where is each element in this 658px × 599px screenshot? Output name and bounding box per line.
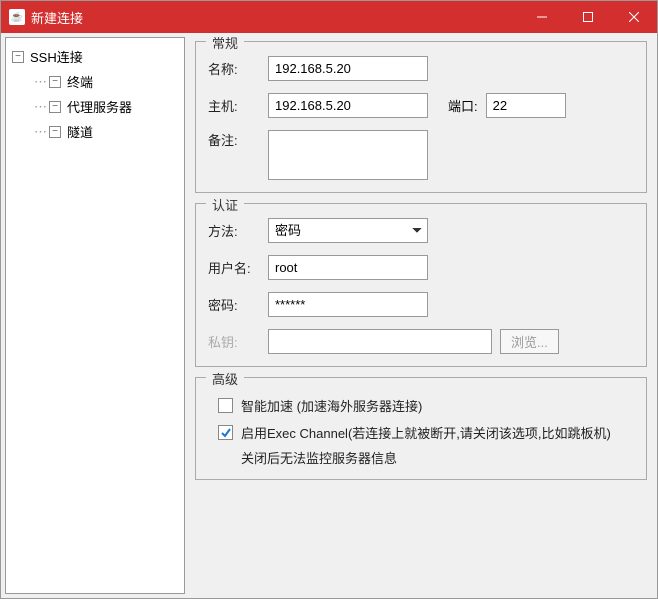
check-icon [220,427,232,439]
exec-channel-row[interactable]: 启用Exec Channel(若连接上就被断开,请关闭该选项,比如跳板机) [208,419,634,446]
collapse-icon[interactable]: − [12,51,24,63]
port-label: 端口: [448,96,478,115]
tree-item-proxy[interactable]: ⋯ − 代理服务器 [12,94,178,119]
tree-item-label: 终端 [67,72,93,91]
key-input[interactable] [268,329,492,354]
pass-input[interactable] [268,292,428,317]
tree-item-label: 隧道 [67,122,93,141]
connection-tree: − SSH连接 ⋯ − 终端 ⋯ − 代理服务器 ⋯ − 隧道 [6,44,184,144]
remark-label: 备注: [208,130,268,149]
window-title: 新建连接 [31,8,519,27]
content-area: − SSH连接 ⋯ − 终端 ⋯ − 代理服务器 ⋯ − 隧道 [1,33,657,598]
new-connection-window: ☕ 新建连接 − SSH连接 ⋯ − 终端 [0,0,658,599]
name-label: 名称: [208,59,268,78]
tree-connector: ⋯ [34,74,47,90]
tree-connector: ⋯ [34,124,47,140]
host-label: 主机: [208,96,268,115]
checkbox-smart-accel[interactable] [218,398,233,413]
tree-item-terminal[interactable]: ⋯ − 终端 [12,69,178,94]
smart-accel-label: 智能加速 (加速海外服务器连接) [241,396,422,415]
method-label: 方法: [208,221,268,240]
main-panel: 常规 名称: 主机: 端口: 备注: 认证 [185,33,657,598]
name-input[interactable] [268,56,428,81]
group-title-auth: 认证 [206,195,244,214]
tree-item-label: 代理服务器 [67,97,132,116]
checkbox-exec-channel[interactable] [218,425,233,440]
browse-button[interactable]: 浏览... [500,329,559,354]
general-group: 常规 名称: 主机: 端口: 备注: [195,41,647,193]
key-label: 私钥: [208,332,268,351]
maximize-button[interactable] [565,1,611,33]
leaf-icon: − [49,101,61,113]
user-label: 用户名: [208,258,268,277]
minimize-button[interactable] [519,1,565,33]
remark-input[interactable] [268,130,428,180]
tree-connector: ⋯ [34,99,47,115]
group-title-general: 常规 [206,33,244,52]
leaf-icon: − [49,76,61,88]
advanced-group: 高级 智能加速 (加速海外服务器连接) 启用Exec Channel(若连接上就… [195,377,647,480]
tree-item-ssh[interactable]: − SSH连接 [12,44,178,69]
host-input[interactable] [268,93,428,118]
app-icon: ☕ [9,9,25,25]
tree-item-label: SSH连接 [30,47,83,66]
smart-accel-row[interactable]: 智能加速 (加速海外服务器连接) [208,392,634,419]
close-button[interactable] [611,1,657,33]
exec-channel-subtext: 关闭后无法监控服务器信息 [241,446,634,467]
leaf-icon: − [49,126,61,138]
sidebar: − SSH连接 ⋯ − 终端 ⋯ − 代理服务器 ⋯ − 隧道 [5,37,185,594]
exec-channel-label: 启用Exec Channel(若连接上就被断开,请关闭该选项,比如跳板机) [241,423,611,442]
window-controls [519,1,657,33]
user-input[interactable] [268,255,428,280]
group-title-advanced: 高级 [206,369,244,388]
pass-label: 密码: [208,295,268,314]
titlebar: ☕ 新建连接 [1,1,657,33]
tree-item-tunnel[interactable]: ⋯ − 隧道 [12,119,178,144]
port-input[interactable] [486,93,566,118]
auth-group: 认证 方法: 密码 用户名: 密码: 私钥: [195,203,647,367]
method-select[interactable]: 密码 [268,218,428,243]
